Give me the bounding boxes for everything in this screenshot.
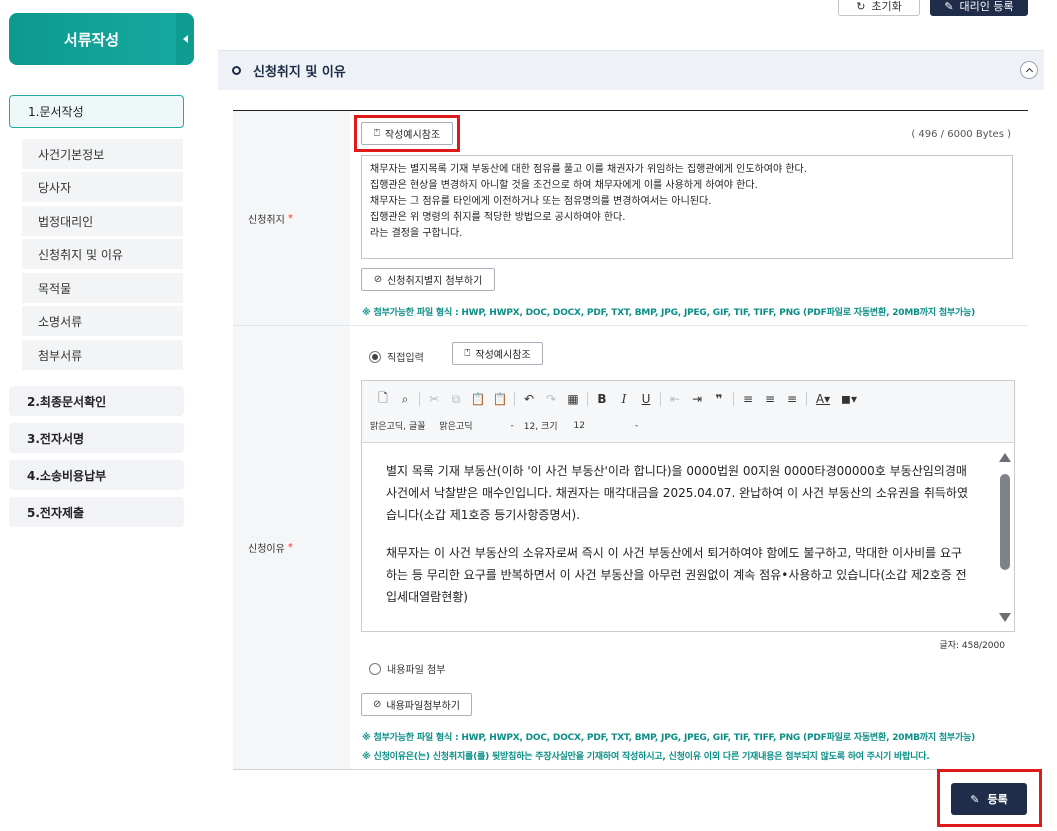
indent-increase-icon[interactable]: ⇥ [686, 389, 708, 409]
scroll-up-icon[interactable] [999, 453, 1011, 462]
row-divider [233, 325, 1028, 326]
table-icon[interactable]: ▦ [562, 389, 584, 409]
reason-example-button[interactable]: ⍞ 작성예시참조 [452, 342, 543, 365]
underline-icon[interactable]: U [635, 389, 657, 409]
radio-checked-icon [369, 350, 381, 363]
align-left-icon[interactable]: ≡ [737, 389, 759, 409]
background-color-icon[interactable]: ◼▾ [836, 389, 862, 409]
collapse-button[interactable] [1020, 61, 1038, 79]
highlight-box-submit [937, 769, 1042, 827]
font-size-caret: - [634, 420, 639, 431]
chevron-left-icon [182, 35, 188, 43]
circle-bullet-icon [232, 66, 241, 75]
sidebar-subitem-legal-representative[interactable]: 법정대리인 [22, 206, 183, 236]
sidebar-subitem-parties[interactable]: 당사자 [22, 172, 183, 202]
reason-file-notice: ※ 첨부가능한 파일 형식 : HWP, HWPX, DOC, DOCX, PD… [362, 733, 976, 743]
chevron-up-icon [1025, 67, 1033, 76]
sidebar-subitem-object[interactable]: 목적물 [22, 273, 183, 303]
table-top-rule [233, 110, 1028, 111]
sidebar-subitem-case-info[interactable]: 사건기본정보 [22, 139, 183, 169]
sidebar-item-final-check[interactable]: 2.최종문서확인 [9, 386, 184, 416]
section-header: 신청취지 및 이유 [218, 50, 1044, 90]
char-counter: 글자: 458/2000 [939, 641, 1005, 651]
reason-attach-button[interactable]: ⊘ 내용파일첨부하기 [361, 693, 472, 716]
refresh-icon: ↻ [856, 0, 866, 13]
purpose-attach-button[interactable]: ⊘ 신청취지별지 첨부하기 [361, 268, 495, 291]
sidebar-title: 서류작성 [9, 13, 194, 65]
sidebar-item-e-submission[interactable]: 5.전자제출 [9, 497, 184, 527]
undo-icon[interactable]: ↶ [518, 389, 540, 409]
byte-counter: ( 496 / 6000 Bytes ) [911, 129, 1011, 140]
pencil-icon: ✎ [944, 0, 954, 13]
purpose-textarea[interactable]: 채무자는 별지목록 기재 부동산에 대한 점유를 풀고 이를 채권자가 위임하는… [361, 155, 1013, 259]
font-size-select[interactable]: 12 [574, 421, 585, 431]
purpose-file-notice: ※ 첨부가능한 파일 형식 : HWP, HWPX, DOC, DOCX, PD… [362, 308, 976, 318]
bold-icon[interactable]: B [591, 389, 613, 409]
preview-icon[interactable]: ⌕ [394, 389, 416, 409]
radio-direct-input[interactable]: 직접입력 [369, 349, 424, 364]
cut-icon[interactable]: ✂ [423, 389, 445, 409]
reset-button[interactable]: ↻ 초기화 [838, 0, 920, 16]
highlight-box-purpose-example [354, 115, 460, 152]
radio-file-attach[interactable]: 내용파일 첨부 [369, 661, 445, 676]
reason-paragraph-1: 별지 목록 기재 부동산(이하 '이 사건 부동산'이라 합니다)을 0000법… [386, 464, 968, 522]
sidebar-item-e-signature[interactable]: 3.전자서명 [9, 423, 184, 453]
scroll-thumb[interactable] [1000, 474, 1010, 570]
table-bottom-rule [233, 769, 1028, 770]
italic-icon[interactable]: I [613, 389, 635, 409]
editor-content[interactable]: 별지 목록 기재 부동산(이하 '이 사건 부동산'이라 합니다)을 0000법… [362, 444, 996, 631]
sidebar-subitem-purpose-reason[interactable]: 신청취지 및 이유 [22, 239, 183, 269]
paste-special-icon[interactable]: 📋 [489, 389, 511, 409]
redo-icon[interactable]: ↷ [540, 389, 562, 409]
radio-unchecked-icon [369, 662, 381, 675]
paste-icon[interactable]: 📋 [467, 389, 489, 409]
sidebar-subitem-attachments[interactable]: 첨부서류 [22, 340, 183, 370]
reason-content-notice: ※ 신청이유은(는) 신청취지를(를) 뒷받침하는 주장사실만을 기재하여 작성… [362, 752, 930, 762]
copy-icon[interactable]: ⧉ [445, 389, 467, 409]
font-family-caret: - [510, 420, 514, 431]
sidebar-item-document-writing[interactable]: 1.문서작성 [9, 95, 184, 128]
font-family-select[interactable]: 맑은고딕 [439, 419, 472, 432]
indent-decrease-icon[interactable]: ⇤ [664, 389, 686, 409]
reason-label-cell: 신청이유 * [233, 326, 350, 769]
sidebar-collapse-toggle[interactable] [176, 13, 194, 65]
sidebar-subitem-evidence[interactable]: 소명서류 [22, 306, 183, 336]
reason-paragraph-2: 채무자는 이 사건 부동산의 소유자로써 즉시 이 사건 부동산에서 퇴거하여야… [386, 546, 967, 604]
blockquote-icon[interactable]: ❞ [708, 389, 730, 409]
sidebar-item-fee-payment[interactable]: 4.소송비용납부 [9, 460, 184, 490]
rich-text-editor: 🗋 ⌕ ✂ ⧉ 📋 📋 ↶ ↷ ▦ B I U ⇤ ⇥ ❞ ≡ ≡ ≡ A▾ ◼… [361, 380, 1015, 632]
new-document-icon[interactable]: 🗋 [372, 389, 394, 409]
editor-toolbar: 🗋 ⌕ ✂ ⧉ 📋 📋 ↶ ↷ ▦ B I U ⇤ ⇥ ❞ ≡ ≡ ≡ A▾ ◼… [362, 381, 1014, 443]
paperclip-icon: ⊘ [373, 699, 382, 710]
proxy-register-button[interactable]: ✎ 대리인 등록 [930, 0, 1028, 16]
purpose-label-cell: 신청취지 * [233, 111, 350, 325]
bookmark-icon: ⍞ [464, 348, 471, 359]
scroll-down-icon[interactable] [999, 613, 1011, 622]
font-color-icon[interactable]: A▾ [810, 389, 836, 409]
editor-scrollbar[interactable] [997, 449, 1013, 627]
paperclip-icon: ⊘ [373, 274, 383, 285]
align-right-icon[interactable]: ≡ [781, 389, 803, 409]
align-center-icon[interactable]: ≡ [759, 389, 781, 409]
